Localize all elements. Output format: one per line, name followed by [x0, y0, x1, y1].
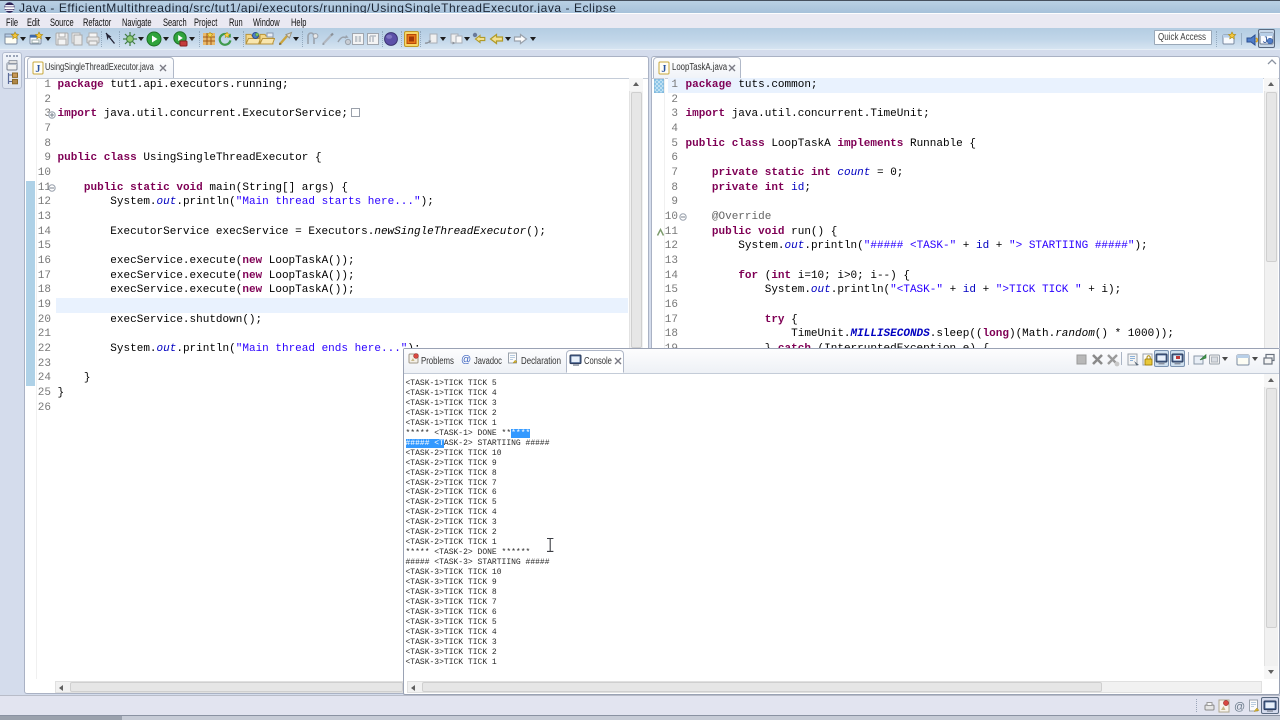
svg-text:J: J — [35, 64, 40, 75]
svg-text:J: J — [661, 64, 666, 75]
svg-text:J: J — [1263, 35, 1268, 45]
svg-text:@: @ — [461, 355, 471, 365]
svg-text:@: @ — [1234, 701, 1245, 713]
